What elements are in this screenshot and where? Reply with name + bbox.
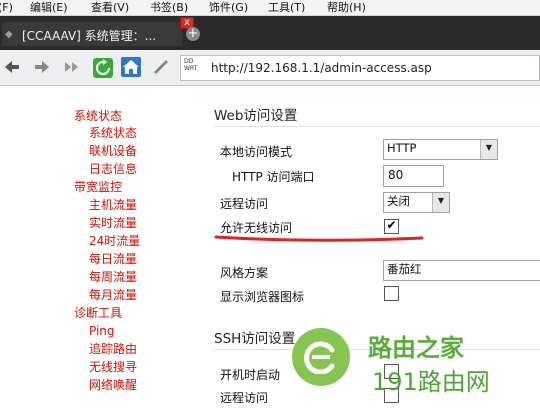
- label-http-port: HTTP 访问端口: [232, 170, 315, 184]
- section-title-ssh-access: SSH访问设置: [214, 331, 296, 347]
- watermark-text-secondary: 191路由网: [372, 368, 490, 396]
- red-underline-annotation: [214, 235, 424, 242]
- select-remote-access-value: 关闭: [387, 194, 410, 208]
- watermark-text-primary: 路由之家: [368, 334, 464, 362]
- sidebar-item-24h-traffic[interactable]: 24时流量: [89, 232, 140, 250]
- reload-icon[interactable]: [92, 57, 114, 79]
- home-icon[interactable]: [120, 56, 142, 78]
- menu-addons[interactable]: 饰件(G): [209, 0, 248, 16]
- select-access-mode-value: HTTP: [387, 141, 417, 155]
- checkbox-show-browser-icon[interactable]: [384, 286, 399, 301]
- fast-forward-icon[interactable]: [64, 60, 80, 74]
- tab-title: [CCAAAV] 系统管理：...: [22, 29, 157, 43]
- sidebar-item-wireless-scan[interactable]: 无线搜寻: [89, 358, 137, 376]
- label-ssh-remote-access: 远程访问: [220, 391, 269, 405]
- back-icon[interactable]: [4, 60, 20, 74]
- page-favicon-icon: ◆: [5, 29, 13, 40]
- label-remote-access: 远程访问: [220, 197, 269, 211]
- sidebar-item-wake-on-lan[interactable]: 网络唤醒: [89, 376, 137, 394]
- sidebar-item-daily-traffic[interactable]: 每日流量: [89, 250, 137, 268]
- address-text[interactable]: http://192.168.1.1/admin-access.asp: [211, 61, 432, 75]
- menu-file[interactable]: (F): [0, 0, 13, 16]
- section-title-web-access: Web访问设置: [214, 108, 298, 124]
- label-local-access-mode: 本地访问模式: [220, 145, 293, 159]
- select-remote-access[interactable]: 关闭 ▼: [383, 192, 450, 213]
- label-show-browser-icon: 显示浏览器图标: [220, 290, 305, 304]
- menu-view[interactable]: 查看(V): [91, 0, 129, 16]
- label-start-on-boot: 开机时启动: [220, 368, 281, 382]
- sidebar-item-online-devices[interactable]: 联机设备: [89, 142, 137, 160]
- select-style-scheme-value: 番茄红: [387, 262, 422, 276]
- label-style-scheme: 风格方案: [220, 266, 269, 280]
- menu-bookmarks[interactable]: 书签(B): [150, 0, 188, 16]
- new-tab-icon[interactable]: +: [186, 27, 200, 41]
- select-access-mode[interactable]: HTTP ▼: [383, 139, 498, 160]
- menu-help[interactable]: 帮助(H): [327, 0, 366, 16]
- input-http-port[interactable]: 80: [383, 165, 444, 187]
- sidebar-item-host-traffic[interactable]: 主机流量: [89, 196, 137, 214]
- sidebar-group-diagnostics[interactable]: 诊断工具: [74, 304, 122, 322]
- site-identity-icon: DD WRT: [184, 58, 198, 72]
- pen-icon[interactable]: [152, 58, 170, 76]
- sidebar-item-traceroute[interactable]: 追踪路由: [89, 340, 137, 358]
- sidebar-item-realtime-traffic[interactable]: 实时流量: [89, 214, 137, 232]
- menu-edit[interactable]: 编辑(E): [30, 0, 68, 16]
- forward-icon[interactable]: [34, 60, 50, 74]
- sidebar-item-logs[interactable]: 日志信息: [89, 160, 137, 178]
- sidebar-item-system-status[interactable]: 系统状态: [89, 124, 137, 142]
- sidebar-group-status[interactable]: 系统状态: [74, 107, 122, 125]
- chevron-down-icon: ▼: [432, 193, 449, 212]
- menu-tools[interactable]: 工具(T): [268, 0, 305, 16]
- sidebar-item-ping[interactable]: Ping: [89, 322, 115, 340]
- sidebar-item-weekly-traffic[interactable]: 每周流量: [89, 268, 137, 286]
- watermark-e-glyph-icon: [304, 341, 335, 374]
- select-style-scheme[interactable]: 番茄红: [383, 260, 540, 281]
- sidebar-item-monthly-traffic[interactable]: 每月流量: [89, 286, 137, 304]
- sidebar-group-bandwidth[interactable]: 带宽监控: [74, 178, 122, 196]
- chevron-down-icon: ▼: [480, 140, 497, 159]
- section-divider: [214, 126, 540, 127]
